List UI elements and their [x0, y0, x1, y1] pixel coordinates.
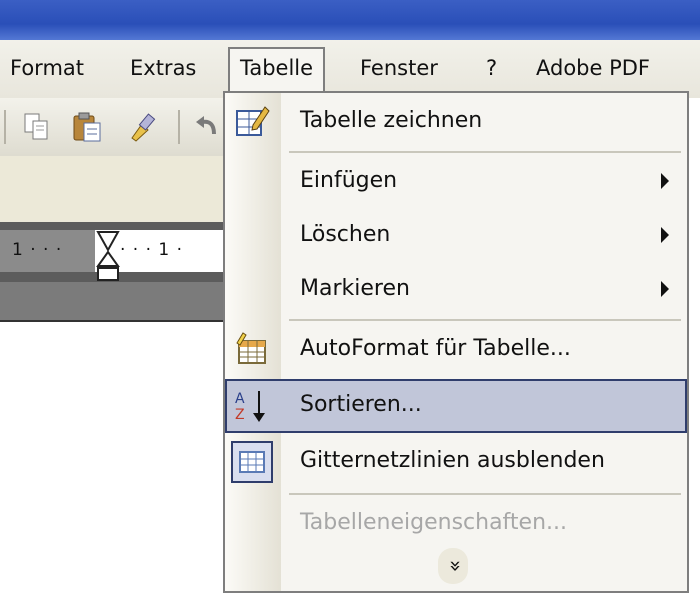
menu-item-sortieren[interactable]: A Z Sortieren... — [225, 379, 687, 433]
menu-item-gitternetzlinien[interactable]: Gitternetzlinien ausblenden — [225, 435, 687, 489]
menu-item-label: Gitternetzlinien ausblenden — [300, 448, 605, 473]
menu-item-label: Einfügen — [300, 168, 398, 193]
menu-separator — [289, 151, 681, 153]
menu-item-label: Sortieren... — [300, 392, 422, 417]
svg-text:Z: Z — [235, 407, 245, 423]
tabelle-dropdown-menu: Tabelle zeichnen Einfügen Löschen Markie… — [223, 91, 689, 593]
submenu-arrow-icon — [661, 227, 669, 243]
menu-item-label: Tabelleneigenschaften... — [300, 510, 567, 535]
menu-extras[interactable]: Extras — [130, 55, 196, 81]
sort-az-icon: A Z — [233, 387, 271, 425]
menu-separator — [289, 319, 681, 321]
menu-item-loeschen[interactable]: Löschen — [225, 209, 687, 263]
toolbar-separator — [178, 110, 180, 144]
menu-item-markieren[interactable]: Markieren — [225, 263, 687, 317]
menu-tabelle[interactable]: Tabelle — [228, 47, 326, 95]
formatting-toolbar — [0, 156, 230, 222]
menu-format[interactable]: Format — [10, 55, 84, 81]
ruler-marks-left: 1 · · · — [12, 240, 63, 260]
menu-item-label: Löschen — [300, 222, 391, 247]
copy-icon[interactable] — [20, 110, 54, 144]
expand-menu-icon[interactable]: » — [438, 548, 468, 584]
menu-help[interactable]: ? — [486, 55, 497, 81]
pencil-table-icon — [233, 103, 271, 141]
menu-item-autoformat[interactable]: AutoFormat für Tabelle... — [225, 323, 687, 377]
autoformat-icon — [233, 331, 271, 369]
svg-text:A: A — [235, 391, 245, 407]
submenu-arrow-icon — [661, 281, 669, 297]
menu-item-label: Tabelle zeichnen — [300, 108, 483, 133]
menu-item-tabelleneigenschaften[interactable]: Tabelleneigenschaften... — [225, 497, 687, 551]
toolbar-separator — [4, 110, 6, 144]
paste-icon[interactable] — [70, 110, 104, 144]
document-area — [0, 282, 230, 320]
menu-item-label: Markieren — [300, 276, 410, 301]
menu-fenster[interactable]: Fenster — [360, 55, 438, 81]
submenu-arrow-icon — [661, 173, 669, 189]
undo-icon[interactable] — [190, 110, 224, 144]
menu-adobe-pdf[interactable]: Adobe PDF — [536, 55, 650, 81]
gridlines-icon — [231, 441, 273, 483]
title-bar — [0, 0, 700, 40]
menu-separator — [289, 493, 681, 495]
format-painter-icon[interactable] — [126, 110, 160, 144]
menu-item-tabelle-zeichnen[interactable]: Tabelle zeichnen — [225, 95, 687, 149]
document-divider — [0, 320, 230, 322]
ruler-marks-right: · · · 1 · — [120, 240, 184, 260]
menu-item-einfuegen[interactable]: Einfügen — [225, 155, 687, 209]
menu-item-label: AutoFormat für Tabelle... — [300, 336, 571, 361]
indent-marker-icon[interactable] — [96, 230, 120, 282]
